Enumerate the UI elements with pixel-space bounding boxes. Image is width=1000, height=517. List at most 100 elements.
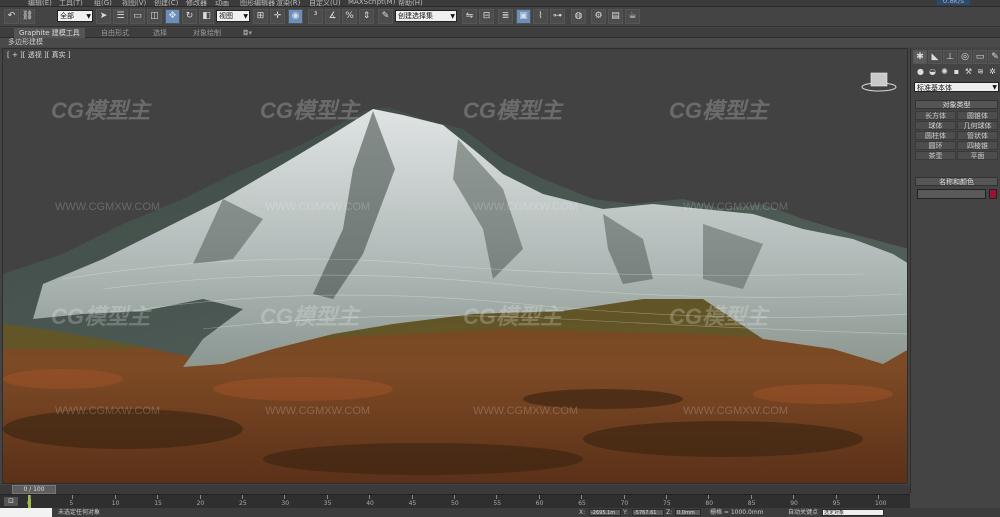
grid-size: 栅格 = 1000.0mm xyxy=(710,509,764,516)
maxscript-listener[interactable] xyxy=(0,508,52,517)
select-by-name-icon[interactable]: ☰ xyxy=(113,9,128,24)
primitive-category-dropdown[interactable]: 标准基本体 xyxy=(914,82,999,93)
tab-graphite[interactable]: Graphite 建模工具 xyxy=(14,28,85,38)
key-filter-dropdown[interactable]: 选定对象 xyxy=(822,509,884,516)
keyboard-shortcut-icon[interactable]: ◉ xyxy=(288,9,303,24)
box-button[interactable]: 长方体 xyxy=(915,111,956,120)
angle-snap-icon[interactable]: ∡ xyxy=(325,9,340,24)
window-crossing-icon[interactable]: ◫ xyxy=(147,9,162,24)
watermark-url: WWW.CGMXW.COM xyxy=(265,405,371,417)
shapes-icon[interactable]: ◒ xyxy=(927,66,938,77)
z-coord-field[interactable]: 0.0mm xyxy=(675,509,701,516)
watermark-url: WWW.CGMXW.COM xyxy=(55,201,161,213)
tube-button[interactable]: 管状体 xyxy=(957,131,998,140)
timeline-tick-label: 45 xyxy=(408,500,417,507)
spinner-snap-icon[interactable]: ⇕ xyxy=(359,9,374,24)
viewport-label[interactable]: [ + ][ 透视 ][ 真实 ] xyxy=(7,50,71,60)
timeline-tick xyxy=(72,495,74,499)
modify-tab-icon[interactable]: ◣ xyxy=(928,50,942,64)
ribbon-options-icon[interactable]: ◘▾ xyxy=(238,28,257,38)
menu-item[interactable]: 创建(C) xyxy=(154,0,178,6)
geometry-icon[interactable]: ● xyxy=(915,66,926,77)
selection-filter-dropdown[interactable]: 全部 xyxy=(57,10,93,22)
rotate-icon[interactable]: ↻ xyxy=(182,9,197,24)
object-name-input[interactable] xyxy=(917,189,986,199)
named-selection-dropdown[interactable]: 创建选择集 xyxy=(395,10,457,22)
hierarchy-tab-icon[interactable]: ⊥ xyxy=(943,50,957,64)
menu-item[interactable]: 帮助(H) xyxy=(398,0,423,6)
timeline-tick-label: 70 xyxy=(620,500,629,507)
torus-button[interactable]: 圆环 xyxy=(915,141,956,150)
object-color-swatch[interactable] xyxy=(989,189,997,199)
watermark-url: WWW.CGMXW.COM xyxy=(55,405,161,417)
align-icon[interactable]: ⊟ xyxy=(479,9,494,24)
snap-icon[interactable]: ³ xyxy=(308,9,323,24)
menu-item[interactable]: 渲染(R) xyxy=(276,0,300,6)
menu-item[interactable]: 自定义(U) xyxy=(309,0,341,6)
pivot-icon[interactable]: ⊞ xyxy=(253,9,268,24)
menu-item[interactable]: 编辑(E) xyxy=(28,0,52,6)
time-slider[interactable]: 0 / 100 xyxy=(0,485,910,494)
menu-item[interactable]: 组(G) xyxy=(94,0,112,6)
select-object-icon[interactable]: ➤ xyxy=(96,9,111,24)
menu-item[interactable]: 图形编辑器 xyxy=(240,0,275,6)
create-tab-icon[interactable]: ✱ xyxy=(913,50,927,64)
time-slider-handle[interactable]: 0 / 100 xyxy=(12,485,56,494)
percent-snap-icon[interactable]: % xyxy=(342,9,357,24)
teapot-button[interactable]: 茶壶 xyxy=(915,151,956,160)
menu-item[interactable]: 视图(V) xyxy=(122,0,146,6)
render-icon[interactable]: ☕ xyxy=(625,9,640,24)
rect-region-icon[interactable]: ▭ xyxy=(130,9,145,24)
timeline-tick-label: 25 xyxy=(239,500,247,507)
plane-button[interactable]: 平面 xyxy=(957,151,998,160)
lights-icon[interactable]: ✺ xyxy=(939,66,950,77)
reference-coord-dropdown[interactable]: 视图 xyxy=(216,10,250,22)
sphere-button[interactable]: 球体 xyxy=(915,121,956,130)
timeline-tick xyxy=(242,495,243,499)
mirror-icon[interactable]: ⇋ xyxy=(462,9,477,24)
object-type-rollout[interactable]: 对象类型 xyxy=(915,100,998,109)
cylinder-button[interactable]: 圆柱体 xyxy=(915,131,956,140)
motion-tab-icon[interactable]: ◎ xyxy=(958,50,972,64)
y-coord-field[interactable]: -5767.61 xyxy=(632,509,664,516)
curve-editor-icon[interactable]: ⌇ xyxy=(533,9,548,24)
x-coord-field[interactable]: -2695.1m xyxy=(589,509,621,516)
menu-item[interactable]: 修改器 xyxy=(186,0,207,6)
track-bar[interactable]: ⊡ 0 5 10 15 20 25 30 35 40 45 50 55 60 65 70 75 80 85 90 95… xyxy=(0,494,910,508)
menu-item[interactable]: 工具(T) xyxy=(59,0,83,6)
edit-named-sel-icon[interactable]: ✎ xyxy=(378,9,393,24)
tab-object-paint[interactable]: 对象绘制 xyxy=(188,28,226,38)
render-frame-icon[interactable]: ▤ xyxy=(608,9,623,24)
schematic-view-icon[interactable]: ⊶ xyxy=(550,9,565,24)
mini-curve-editor-icon[interactable]: ⊡ xyxy=(4,497,18,506)
link-icon[interactable]: ⛓ xyxy=(20,9,35,24)
cameras-icon[interactable]: ▪ xyxy=(951,66,962,77)
move-icon[interactable]: ✥ xyxy=(165,9,180,24)
menu-item[interactable]: MAXScript(M) xyxy=(348,0,395,6)
material-editor-icon[interactable]: ◍ xyxy=(571,9,586,24)
timeline-tick xyxy=(835,495,837,499)
undo-icon[interactable]: ↶ xyxy=(4,9,19,24)
helpers-icon[interactable]: ⚒ xyxy=(963,66,974,77)
display-tab-icon[interactable]: ▭ xyxy=(973,50,987,64)
utilities-tab-icon[interactable]: ✎ xyxy=(988,50,1000,64)
cone-button[interactable]: 圆锥体 xyxy=(957,111,998,120)
systems-icon[interactable]: ✲ xyxy=(987,66,998,77)
watermark: CG模型主 xyxy=(669,98,769,123)
autokey-label[interactable]: 自动关键点 xyxy=(788,508,818,517)
tab-selection[interactable]: 选择 xyxy=(148,28,172,38)
render-setup-icon[interactable]: ⚙ xyxy=(591,9,606,24)
menu-item[interactable]: 动画 xyxy=(215,0,229,6)
graphite-toggle-icon[interactable]: ▣ xyxy=(516,9,531,24)
x-coord-label: X: xyxy=(579,509,586,516)
layer-manager-icon[interactable]: ≣ xyxy=(498,9,513,24)
spacewarps-icon[interactable]: ≋ xyxy=(975,66,986,77)
pyramid-button[interactable]: 四棱锥 xyxy=(957,141,998,150)
manipulate-icon[interactable]: ✛ xyxy=(270,9,285,24)
geosphere-button[interactable]: 几何球体 xyxy=(957,121,998,130)
perspective-viewport[interactable]: [ + ][ 透视 ][ 真实 ] CG模型主 CG模型主 CG模型主 CG模型… xyxy=(2,48,908,484)
tab-freeform[interactable]: 自由形式 xyxy=(96,28,134,38)
viewcube-icon[interactable] xyxy=(861,69,897,93)
scale-icon[interactable]: ◧ xyxy=(199,9,214,24)
name-color-rollout[interactable]: 名称和颜色 xyxy=(915,177,998,186)
